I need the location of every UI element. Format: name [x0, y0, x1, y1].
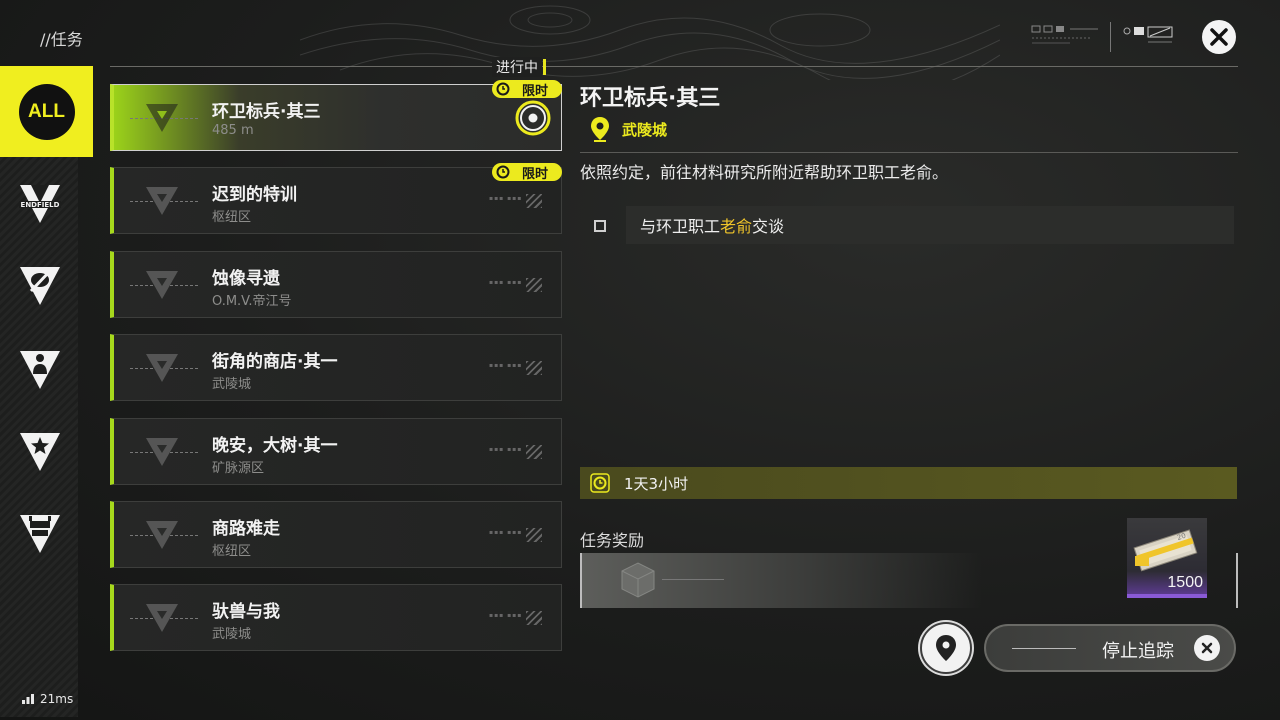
quest-subtitle: 枢纽区 — [212, 544, 252, 559]
category-all-tab[interactable]: ALL — [0, 66, 93, 157]
quest-list-item[interactable]: 街角的商店·其一武陵城 ▪▪▪ ▪▪▪ — [110, 334, 562, 401]
quest-location-name: 武陵城 — [622, 120, 668, 139]
quest-tech-mark: ▪▪▪ ▪▪▪ — [489, 446, 523, 453]
quest-title: 商路难走 — [212, 519, 280, 539]
reward-item[interactable]: 20 1500 — [1127, 518, 1207, 598]
person-icon[interactable] — [17, 347, 63, 393]
network-latency: 21ms — [40, 692, 74, 706]
stop-x-icon — [1194, 635, 1220, 661]
quest-hatch-decoration — [526, 194, 542, 208]
quest-hatch-decoration — [526, 445, 542, 459]
crate-decoration-icon — [621, 562, 655, 598]
objective-highlight: 老俞 — [720, 217, 753, 236]
quest-tech-mark: ▪▪▪ ▪▪▪ — [489, 195, 523, 202]
quest-hatch-decoration — [526, 361, 542, 375]
category-sidebar: ALL ENDFIELD — [0, 66, 93, 717]
hud-tech-decoration — [1031, 25, 1098, 44]
quest-subtitle: 武陵城 — [212, 377, 252, 392]
category-rail: ENDFIELD — [0, 157, 78, 717]
hud-indicator-icon — [1123, 26, 1173, 43]
quest-hatch-decoration — [526, 528, 542, 542]
quest-emblem-icon — [146, 271, 178, 299]
quest-emblem-icon — [146, 521, 178, 549]
crate-icon[interactable] — [17, 511, 63, 557]
close-x-icon — [1210, 28, 1228, 46]
quest-subtitle: 枢纽区 — [212, 210, 252, 225]
cash-bundle-icon: 20 — [1133, 529, 1198, 572]
hud-divider — [1110, 22, 1111, 52]
quest-title: 环卫标兵·其三 — [212, 102, 321, 122]
limited-time-badge: 限时 — [492, 80, 562, 99]
reward-label: 任务奖励 — [580, 531, 645, 550]
limited-label: 限时 — [522, 83, 549, 99]
breadcrumb: //任务 — [40, 30, 83, 49]
quest-tech-mark: ▪▪▪ ▪▪▪ — [489, 529, 523, 536]
network-status: 21ms — [22, 692, 73, 706]
quest-tech-mark: ▪▪▪ ▪▪▪ — [489, 612, 523, 619]
quest-emblem-icon — [146, 354, 178, 382]
quest-list-item[interactable]: 商路难走枢纽区 ▪▪▪ ▪▪▪ — [110, 501, 562, 568]
quest-subtitle: 485 m — [212, 123, 254, 138]
stop-tracking-button[interactable]: 停止追踪 — [984, 624, 1236, 672]
quest-tech-mark: ▪▪▪ ▪▪▪ — [489, 279, 523, 286]
reward-strip — [580, 553, 982, 608]
quest-emblem-icon — [146, 104, 178, 132]
quest-emblem-icon — [146, 187, 178, 215]
stop-tracking-line — [1012, 648, 1076, 649]
quest-hatch-decoration — [526, 278, 542, 292]
status-tag: 进行中 — [492, 57, 546, 77]
quest-title: 蚀像寻遗 — [212, 269, 280, 289]
header-divider — [110, 66, 1238, 67]
quest-title: 街角的商店·其一 — [212, 352, 338, 372]
map-pin-icon — [936, 635, 956, 661]
time-remaining-bar: 1天3小时 — [580, 467, 1237, 499]
quest-subtitle: 武陵城 — [212, 627, 252, 642]
time-remaining: 1天3小时 — [624, 474, 689, 493]
stop-tracking-label: 停止追踪 — [1102, 641, 1174, 662]
star-icon[interactable] — [17, 429, 63, 475]
category-all-label: ALL — [18, 83, 75, 140]
quest-emblem-icon — [146, 438, 178, 466]
quest-title: 驮兽与我 — [212, 602, 280, 622]
quest-subtitle: O.M.V.帝江号 — [212, 294, 292, 309]
quest-description: 依照约定，前往材料研究所附近帮助环卫职工老俞。 — [580, 163, 949, 182]
endfield-icon[interactable]: ENDFIELD — [17, 181, 63, 227]
limited-time-badge: 限时 — [492, 163, 562, 182]
quest-list-item[interactable]: 晚安，大树·其一矿脉源区 ▪▪▪ ▪▪▪ — [110, 418, 562, 485]
quest-location: 武陵城 — [590, 116, 667, 142]
objective-checkbox[interactable] — [594, 220, 606, 232]
quest-detail-title: 环卫标兵·其三 — [580, 86, 721, 111]
clock-icon — [496, 82, 510, 96]
svg-text:ENDFIELD: ENDFIELD — [21, 201, 60, 209]
close-button[interactable] — [1202, 20, 1236, 54]
quest-subtitle: 矿脉源区 — [212, 461, 265, 476]
quest-list-item[interactable]: 蚀像寻遗 O.M.V.帝江号 ▪▪▪ ▪▪▪ — [110, 251, 562, 318]
map-locate-button[interactable] — [920, 622, 972, 674]
quest-hatch-decoration — [526, 611, 542, 625]
reward-edge — [1236, 553, 1238, 608]
tracking-target-icon[interactable] — [514, 99, 552, 137]
quest-list-item[interactable]: 驮兽与我武陵城 ▪▪▪ ▪▪▪ — [110, 584, 562, 651]
topographic-decoration — [300, 5, 1000, 80]
quest-tech-mark: ▪▪▪ ▪▪▪ — [489, 362, 523, 369]
reward-arrow — [662, 579, 724, 580]
location-pin-icon — [591, 117, 609, 142]
reward-quantity: 1500 — [1167, 574, 1203, 591]
quest-objective: 与环卫职工老俞交谈 — [626, 206, 1234, 244]
clock-icon — [590, 473, 610, 493]
quest-emblem-icon — [146, 604, 178, 632]
objective-text: 与环卫职工老俞交谈 — [640, 217, 785, 236]
quest-title: 晚安，大树·其一 — [212, 436, 338, 456]
signal-bars-icon — [22, 694, 34, 704]
clock-icon — [496, 165, 510, 179]
limited-label: 限时 — [522, 166, 549, 182]
detail-divider — [580, 152, 1238, 153]
eye-slash-icon[interactable] — [17, 263, 63, 309]
quest-title: 迟到的特训 — [212, 185, 297, 205]
